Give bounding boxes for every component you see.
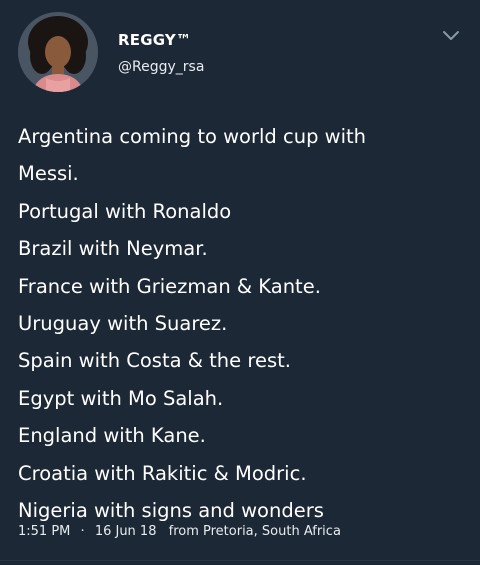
tweet-location: from Pretoria, South Africa [168,524,341,539]
divider [0,560,480,561]
tweet-line: Egypt with Mo Salah. [18,386,224,410]
tweet-line: Portugal with Ronaldo [18,199,232,223]
tweet-line: Messi. [18,162,79,186]
tweet-metadata: 1:51 PM · 16 Jun 18 from Pretoria, South… [18,524,341,539]
avatar[interactable] [18,12,98,92]
tweet-line: Croatia with Rakitic & Modric. [18,461,307,485]
tweet-line: Argentina coming to world cup with [18,125,367,148]
chevron-down-icon[interactable] [440,24,462,46]
user-handle[interactable]: @Reggy_rsa [118,59,204,75]
meta-separator: · [80,524,85,539]
tweet-line: France with Griezman & Kante. [18,274,321,298]
tweet-card: REGGY™ @Reggy_rsa Argentina coming to wo… [0,0,480,565]
tweet-line: Uruguay with Suarez. [18,311,228,335]
tweet-time[interactable]: 1:51 PM [18,524,70,539]
tweet-date[interactable]: 16 Jun 18 [95,524,157,539]
tweet-line: England with Kane. [18,424,206,448]
tweet-line: Spain with Costa & the rest. [18,349,291,373]
tweet-text: Argentina coming to world cup with Messi… [18,118,468,529]
display-name[interactable]: REGGY™ [118,31,191,49]
profile-photo-icon [18,12,98,92]
tweet-line: Brazil with Neymar. [18,237,208,261]
